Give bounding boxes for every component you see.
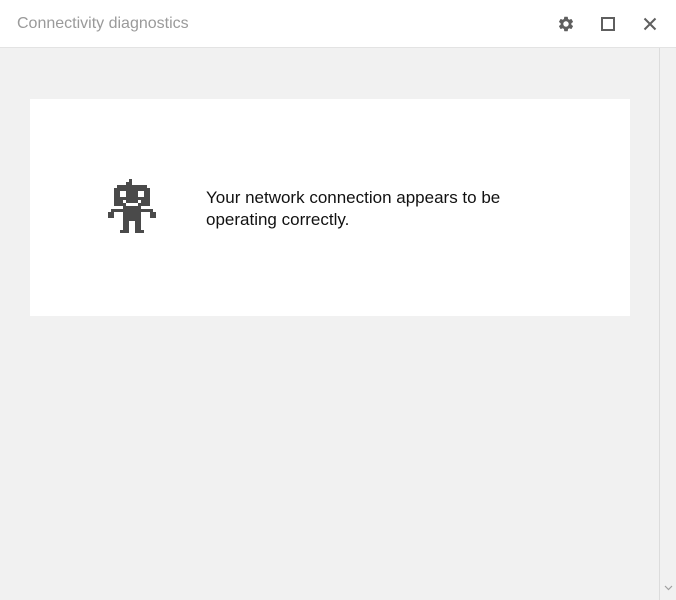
chevron-down-icon[interactable] — [664, 578, 673, 596]
maximize-icon — [601, 17, 615, 31]
gear-icon — [557, 15, 575, 33]
vertical-scrollbar[interactable] — [659, 48, 676, 600]
content-area: Your network connection appears to be op… — [0, 48, 659, 600]
title-bar: Connectivity diagnostics — [0, 0, 676, 48]
close-icon — [643, 17, 657, 31]
maximize-button[interactable] — [596, 12, 620, 36]
status-message: Your network connection appears to be op… — [206, 188, 501, 229]
close-button[interactable] — [638, 12, 662, 36]
settings-button[interactable] — [554, 12, 578, 36]
robot-icon — [108, 178, 156, 245]
window-title: Connectivity diagnostics — [17, 15, 189, 32]
status-card: Your network connection appears to be op… — [30, 99, 630, 316]
